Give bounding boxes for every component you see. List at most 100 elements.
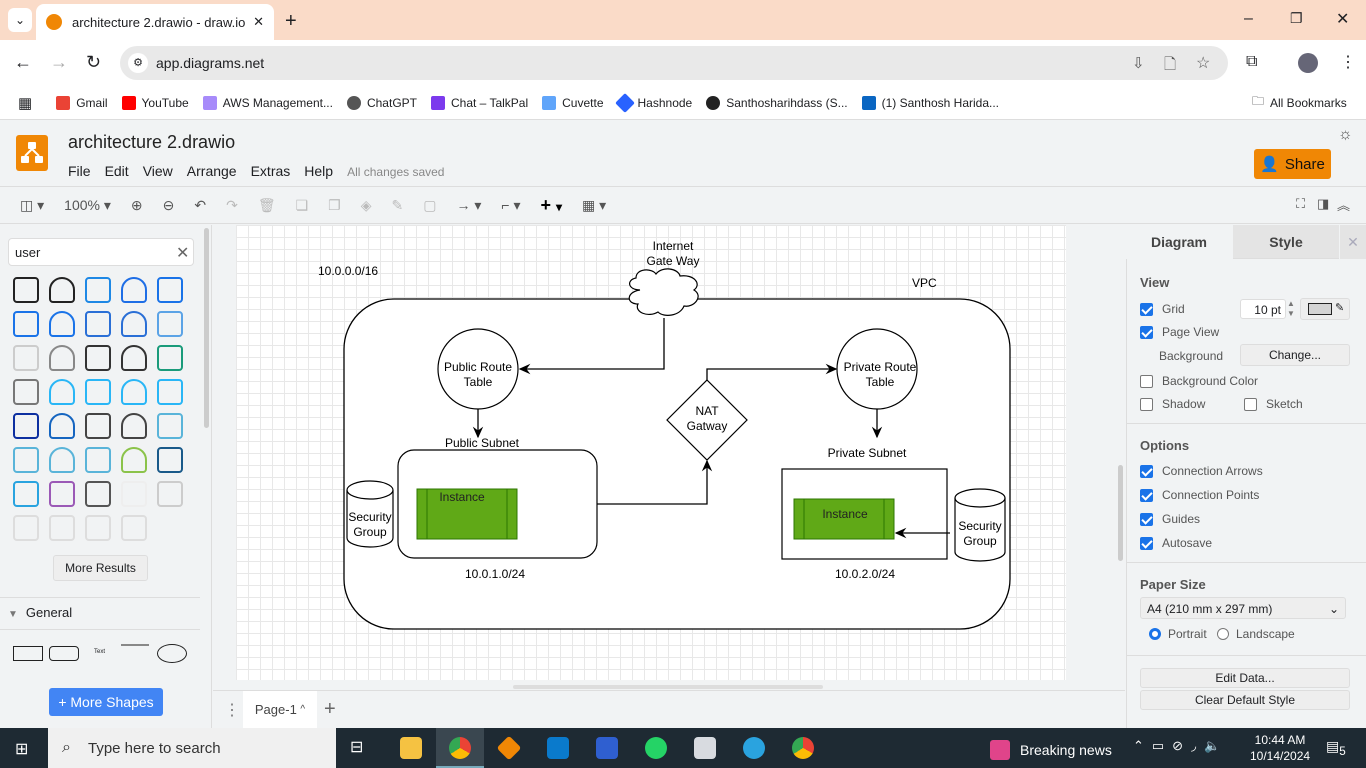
checkbox-unchecked[interactable] [1244,397,1257,411]
public-sg-label-line1: Security [348,510,391,524]
checkbox-checked[interactable] [1140,512,1153,526]
tab-style[interactable]: Style [1233,225,1339,259]
edit-data-label: Edit Data... [1215,671,1275,685]
portrait-radio[interactable]: Portrait [1149,627,1207,641]
page-tab[interactable]: Page-1 ^ [243,691,317,728]
connection-points-label: Connection Points [1162,488,1260,502]
guides-checkbox[interactable]: Guides [1140,512,1200,526]
edit-data-button[interactable]: Edit Data... [1140,668,1350,688]
connection-points-checkbox[interactable]: Connection Points [1140,488,1259,502]
news-widget[interactable]: Breaking news [990,740,1112,760]
shadow-checkbox[interactable]: Shadow [1140,397,1205,411]
autosave-label: Autosave [1162,536,1213,550]
public-sg-label-line2: Group [353,525,387,539]
change-background-button[interactable]: Change... [1240,344,1350,366]
private-rt-label-line2: Table [866,375,895,389]
public-subnet-label: Public Subnet [445,436,520,450]
paper-size-heading: Paper Size [1140,577,1206,592]
checkbox-checked[interactable] [1140,536,1153,550]
sketch-checkbox[interactable]: Sketch [1244,397,1303,411]
vscode-icon[interactable] [547,737,569,759]
page-view-label: Page View [1162,325,1220,339]
vpc-cidr-label: 10.0.0.0/16 [318,264,378,278]
telegram-icon[interactable] [743,737,765,759]
private-sg-label-line2: Group [963,534,997,548]
background-color-checkbox[interactable]: Background Color [1140,374,1258,388]
windows-start-icon[interactable]: ⊞ [15,739,28,759]
sketch-label: Sketch [1266,397,1303,411]
checkbox-unchecked[interactable] [1140,374,1153,388]
grid-checkbox[interactable]: Grid [1140,302,1185,316]
checkbox-unchecked[interactable] [1140,397,1153,411]
public-instance-label: Instance [439,490,485,504]
checkbox-checked[interactable] [1140,464,1153,478]
powershell-icon[interactable] [596,737,618,759]
clear-default-style-button[interactable]: Clear Default Style [1140,690,1350,710]
grid-label: Grid [1162,302,1185,316]
eyedropper-icon: ✎ [1335,302,1345,314]
public-rt-label-line2: Table [464,375,493,389]
clock-time: 10:44 AM [1254,733,1306,747]
grid-color-swatch [1308,303,1332,315]
public-rt-label-line1: Public Route [444,360,512,374]
notification-count: 5 [1339,744,1346,758]
vpc-label: VPC [912,276,937,290]
page-view-checkbox[interactable]: Page View [1140,325,1219,339]
close-panel-icon[interactable]: ✕ [1340,225,1366,259]
file-explorer-icon[interactable] [400,737,422,759]
portrait-label: Portrait [1168,627,1207,641]
checkbox-checked[interactable] [1140,325,1153,339]
tab-diagram[interactable]: Diagram [1126,225,1232,259]
chrome-icon[interactable] [449,737,471,759]
checkbox-checked[interactable] [1140,302,1153,316]
tab-style-label: Style [1269,233,1303,250]
radio-selected[interactable] [1149,628,1161,640]
background-label: Background [1159,349,1224,363]
tab-diagram-label: Diagram [1150,234,1208,250]
grid-size-stepper[interactable]: ▲ ▼ [1287,299,1295,319]
divider [1126,423,1366,424]
notifications-icon[interactable]: ▤5 [1326,738,1346,758]
taskbar-search[interactable]: ⌕ Type here to search [48,728,336,768]
private-cidr-label: 10.0.2.0/24 [835,567,895,581]
connection-arrows-label: Connection Arrows [1162,464,1263,478]
public-cidr-label: 10.0.1.0/24 [465,567,525,581]
landscape-label: Landscape [1236,627,1295,641]
igw-label-line2: Gate Way [647,254,700,268]
taskbar-clock[interactable]: 10:44 AM 10/14/2024 [1250,732,1310,764]
grid-color-picker[interactable]: ✎ [1300,298,1350,320]
whatsapp-icon[interactable] [645,737,667,759]
page-tab-label: Page-1 [254,702,297,717]
landscape-radio[interactable]: Landscape [1217,627,1295,641]
nat-label-line2: Gatway [687,419,728,433]
shadow-label: Shadow [1162,397,1206,411]
nat-label-line1: NAT [695,404,719,418]
options-heading: Options [1140,438,1190,453]
system-tray-icons[interactable]: ⌃▭⊘◞🔈 [1133,738,1228,754]
view-heading: View [1140,275,1170,290]
news-label: Breaking news [1020,742,1112,758]
chevron-down-icon: ⌄ [1328,602,1339,616]
change-label: Change... [1268,348,1322,362]
private-subnet-label: Private Subnet [828,446,907,460]
news-icon [990,740,1010,760]
private-instance-label: Instance [822,507,868,521]
paper-size-select[interactable]: A4 (210 mm x 297 mm) ⌄ [1140,597,1346,619]
checkbox-checked[interactable] [1140,488,1153,502]
page-bar [213,690,1125,728]
igw-label-line1: Internet [653,239,694,253]
caret-up-icon: ^ [300,704,306,715]
chrome-profile-icon[interactable] [792,737,814,759]
python-file-icon[interactable] [694,737,716,759]
pages-menu-icon[interactable]: ⋮ [224,700,240,720]
task-view-icon[interactable]: ⊟ [350,737,372,759]
grid-size-input[interactable]: 10 pt [1240,299,1286,319]
paper-size-value: A4 (210 mm x 297 mm) [1147,602,1273,616]
radio-unselected[interactable] [1217,628,1229,640]
autosave-checkbox[interactable]: Autosave [1140,536,1212,550]
background-color-label: Background Color [1162,374,1259,388]
add-page-button[interactable]: + [324,698,336,721]
guides-label: Guides [1162,512,1201,526]
connection-arrows-checkbox[interactable]: Connection Arrows [1140,464,1263,478]
private-sg-label-line1: Security [958,519,1001,533]
